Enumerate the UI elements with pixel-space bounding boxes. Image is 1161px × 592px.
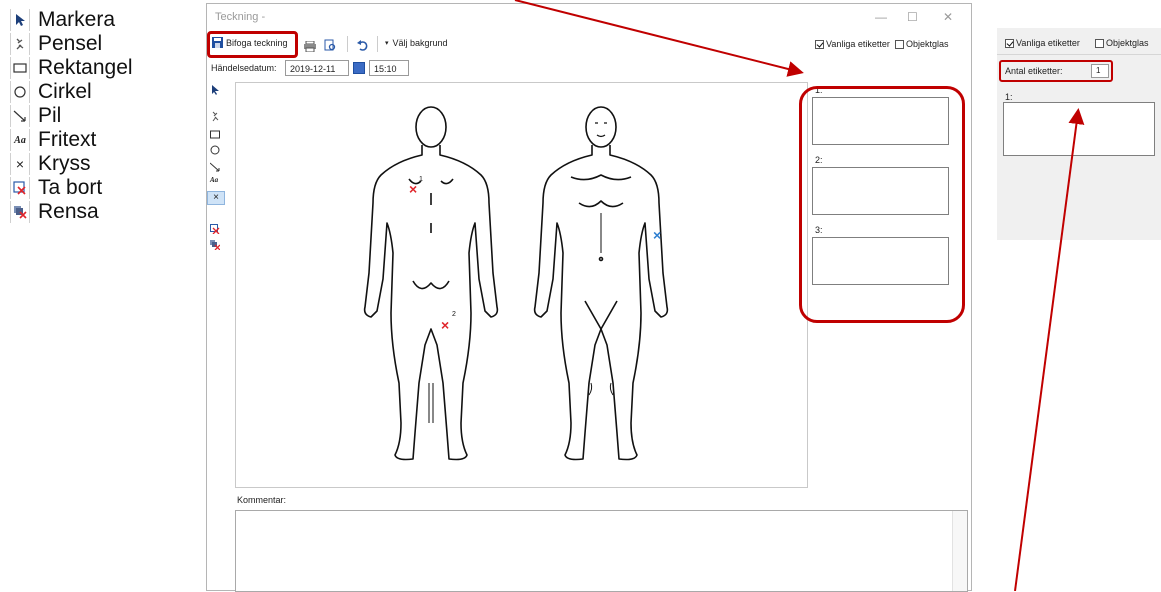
annotation-arrows <box>514 0 1085 591</box>
arrow-to-labels <box>514 0 804 77</box>
arrow-to-label-count <box>1014 108 1085 591</box>
